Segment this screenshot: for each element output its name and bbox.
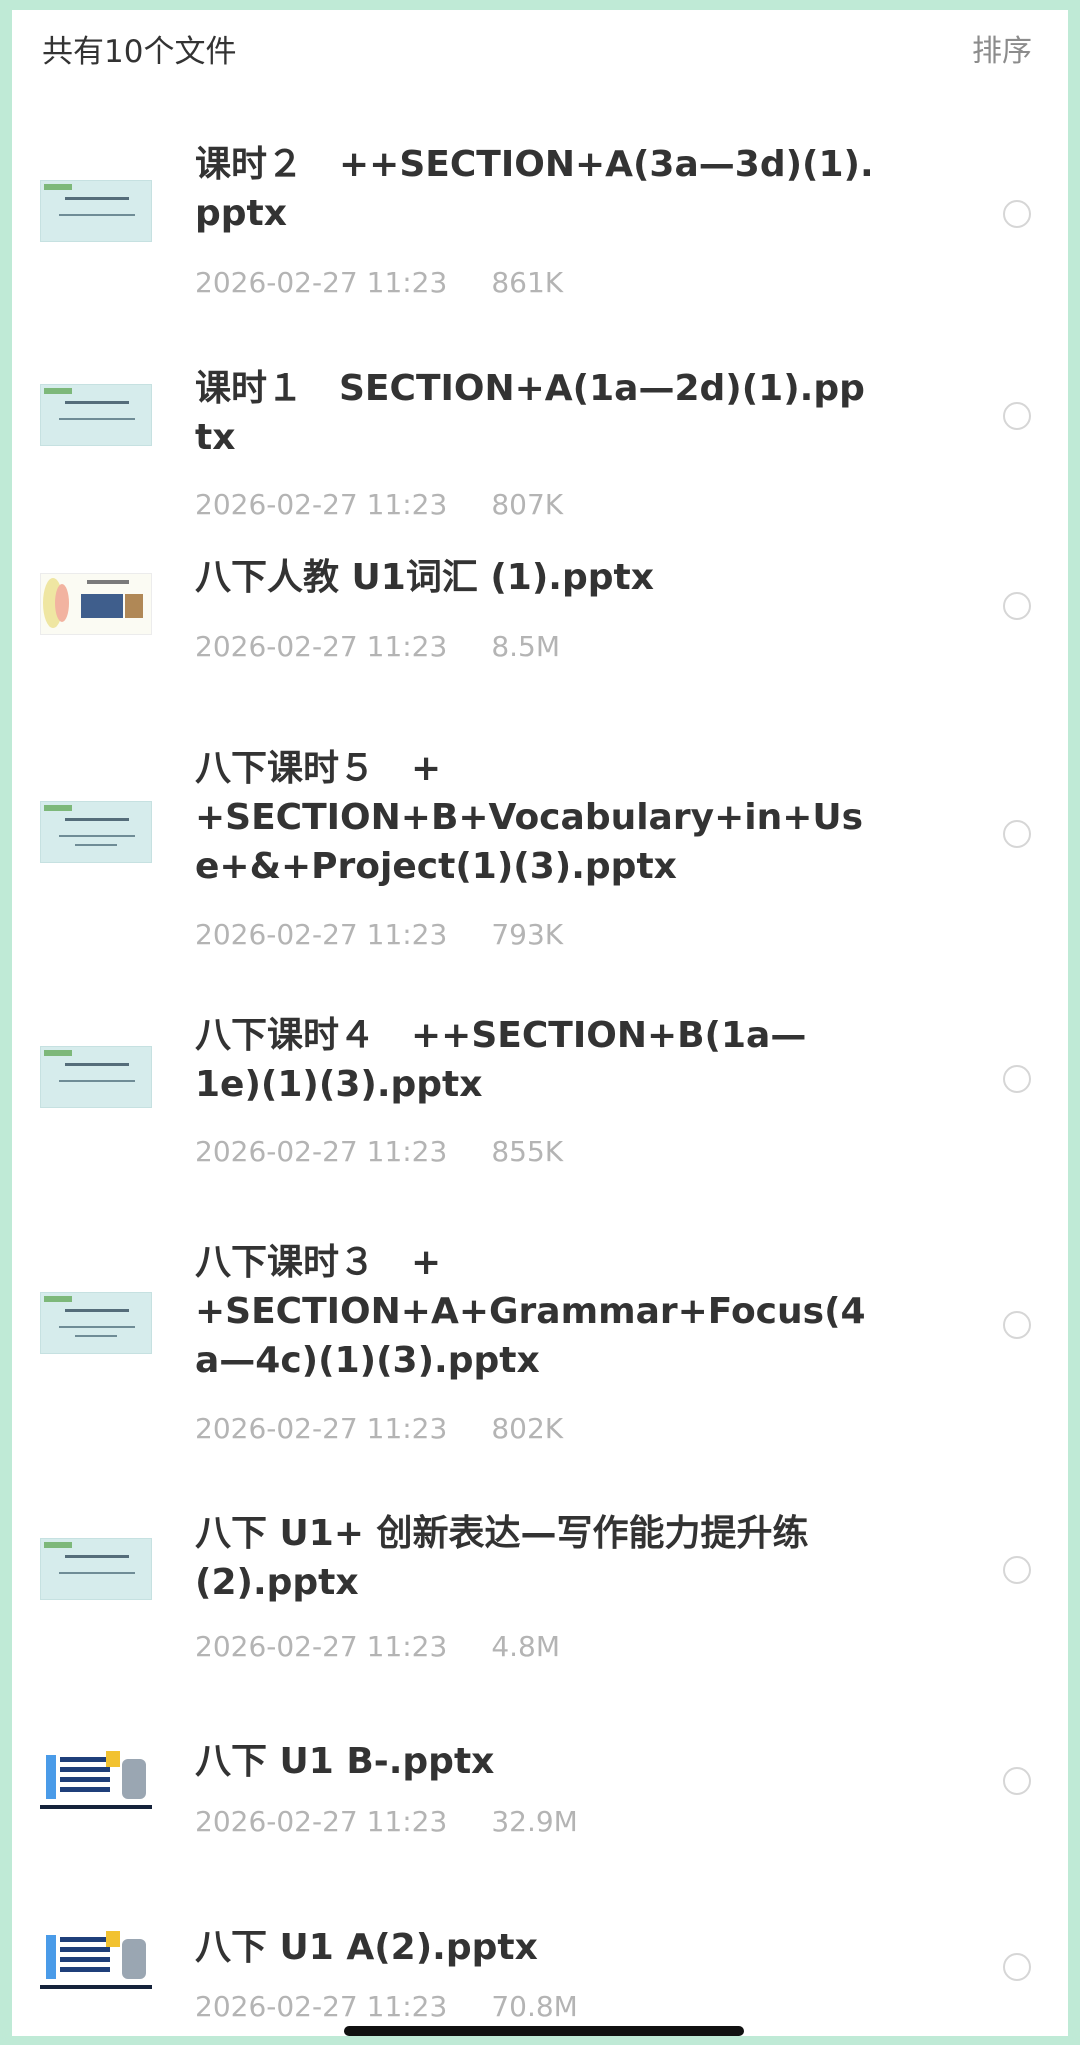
file-thumbnail [40, 1747, 152, 1809]
file-name: 八下课时５ + +SECTION+B+Vocabulary+in+Us e+&+… [195, 748, 864, 887]
file-name: 八下 U1+ 创新表达—写作能力提升练 (2).pptx [195, 1513, 809, 1603]
file-date: 2026-02-27 11:23 [195, 488, 448, 521]
file-name: 课时１ SECTION+A(1a—2d)(1).pptx [195, 368, 865, 458]
file-size: 70.8M [491, 1990, 578, 2023]
file-row[interactable]: 八下课时５ + +SECTION+B+Vocabulary+in+Us e+&+… [12, 683, 1068, 978]
file-row[interactable]: 课时２ ++SECTION+A(3a—3d)(1).pptx 2026-02-2… [12, 94, 1068, 299]
file-date: 2026-02-27 11:23 [195, 1805, 448, 1838]
file-size: 793K [491, 918, 564, 951]
file-size: 855K [491, 1135, 564, 1168]
file-row[interactable]: 八下人教 U1词汇 (1).pptx 2026-02-27 11:23 8.5M [12, 518, 1068, 683]
file-size: 8.5M [491, 630, 561, 663]
file-row[interactable]: 八下 U1 A(2).pptx 2026-02-27 11:23 70.8M [12, 1872, 1068, 2032]
file-row[interactable]: 八下 U1 B-.pptx 2026-02-27 11:23 32.9M [12, 1712, 1068, 1872]
file-thumbnail [40, 1927, 152, 1989]
file-meta: 2026-02-27 11:23 8.5M [195, 630, 560, 663]
sort-button[interactable]: 排序 [972, 26, 1032, 70]
file-thumbnail [40, 801, 152, 863]
file-meta: 2026-02-27 11:23 4.8M [195, 1630, 560, 1663]
file-row[interactable]: 八下 U1+ 创新表达—写作能力提升练 (2).pptx 2026-02-27 … [12, 1490, 1068, 1712]
file-name: 八下人教 U1词汇 (1).pptx [195, 557, 654, 598]
file-date: 2026-02-27 11:23 [195, 1990, 448, 2023]
file-count-label: 共有10个文件 [42, 34, 237, 70]
file-thumbnail [40, 180, 152, 242]
select-radio[interactable] [1003, 592, 1031, 620]
file-thumbnail [40, 573, 152, 635]
file-date: 2026-02-27 11:23 [195, 1630, 448, 1663]
select-radio[interactable] [1003, 402, 1031, 430]
file-name: 八下课时３ + +SECTION+A+Grammar+Focus(4 a—4c)… [195, 1242, 866, 1381]
file-meta: 2026-02-27 11:23 32.9M [195, 1805, 578, 1838]
file-size: 4.8M [491, 1630, 561, 1663]
file-name: 八下 U1 B-.pptx [195, 1741, 495, 1782]
file-meta: 2026-02-27 11:23 802K [195, 1412, 563, 1445]
file-date: 2026-02-27 11:23 [195, 918, 448, 951]
select-radio[interactable] [1003, 1311, 1031, 1339]
file-meta: 2026-02-27 11:23 807K [195, 488, 563, 521]
file-row[interactable]: 八下课时３ + +SECTION+A+Grammar+Focus(4 a—4c)… [12, 1208, 1068, 1490]
file-thumbnail [40, 1538, 152, 1600]
select-radio[interactable] [1003, 200, 1031, 228]
file-name: 八下课时４ ++SECTION+B(1a— 1e)(1)(3).pptx [195, 1015, 807, 1105]
select-radio[interactable] [1003, 820, 1031, 848]
list-header: 共有10个文件 排序 [12, 10, 1068, 80]
file-thumbnail [40, 384, 152, 446]
home-indicator[interactable] [344, 2026, 744, 2036]
file-meta: 2026-02-27 11:23 793K [195, 918, 563, 951]
file-row[interactable]: 课时１ SECTION+A(1a—2d)(1).pptx 2026-02-27 … [12, 294, 1068, 521]
select-radio[interactable] [1003, 1953, 1031, 1981]
select-radio[interactable] [1003, 1065, 1031, 1093]
file-name: 八下 U1 A(2).pptx [195, 1927, 538, 1968]
file-size: 807K [491, 488, 564, 521]
file-meta: 2026-02-27 11:23 855K [195, 1135, 563, 1168]
file-meta: 2026-02-27 11:23 70.8M [195, 1990, 578, 2023]
file-date: 2026-02-27 11:23 [195, 630, 448, 663]
select-radio[interactable] [1003, 1556, 1031, 1584]
file-name: 课时２ ++SECTION+A(3a—3d)(1).pptx [195, 144, 874, 234]
file-list-screen: 共有10个文件 排序 课时２ ++SECTION+A(3a—3d)(1).ppt… [12, 10, 1068, 2036]
file-date: 2026-02-27 11:23 [195, 1412, 448, 1445]
file-date: 2026-02-27 11:23 [195, 1135, 448, 1168]
file-size: 32.9M [491, 1805, 578, 1838]
file-size: 802K [491, 1412, 564, 1445]
file-thumbnail [40, 1292, 152, 1354]
file-thumbnail [40, 1046, 152, 1108]
file-row[interactable]: 八下课时４ ++SECTION+B(1a— 1e)(1)(3).pptx 202… [12, 978, 1068, 1208]
select-radio[interactable] [1003, 1767, 1031, 1795]
